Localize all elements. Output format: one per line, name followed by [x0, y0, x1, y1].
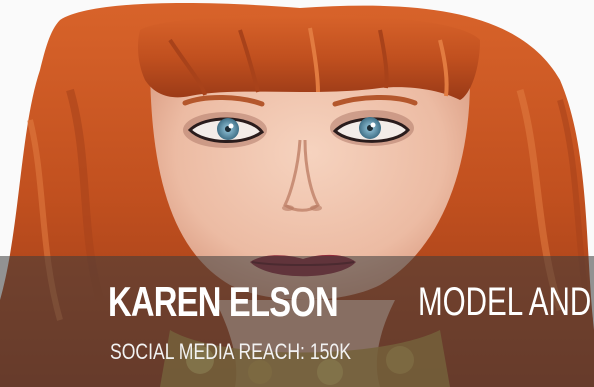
profile-name: KAREN ELSON [108, 278, 339, 325]
profile-role: MODEL AND [418, 280, 592, 324]
profile-card[interactable]: KAREN ELSON MODEL AND SOCIAL MEDIA REACH… [0, 0, 594, 387]
social-reach-label: SOCIAL MEDIA REACH: 150K [110, 339, 351, 364]
